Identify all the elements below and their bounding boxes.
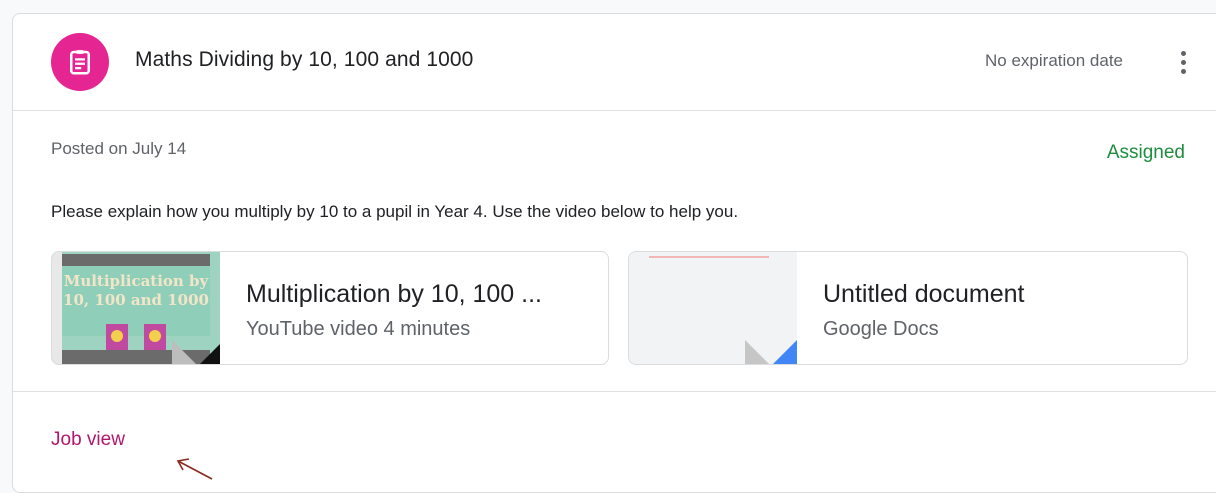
attachment-title: Multiplication by 10, 100 ... bbox=[246, 280, 542, 308]
attachment-subtitle: Google Docs bbox=[823, 318, 939, 340]
document-thumbnail bbox=[629, 252, 797, 364]
assignment-card: Maths Dividing by 10, 100 and 1000 No ex… bbox=[12, 13, 1216, 493]
assignment-header[interactable]: Maths Dividing by 10, 100 and 1000 No ex… bbox=[13, 14, 1216, 111]
assignment-title[interactable]: Maths Dividing by 10, 100 and 1000 bbox=[135, 48, 473, 72]
video-thumbnail: Multiplication by 10, 100 and 1000 bbox=[52, 252, 220, 364]
more-options-icon[interactable] bbox=[1171, 44, 1195, 80]
clipboard-icon bbox=[70, 50, 90, 75]
annotation-arrow-icon bbox=[176, 458, 213, 480]
attachment-title: Untitled document bbox=[823, 280, 1025, 308]
thumbnail-illustration bbox=[106, 324, 166, 352]
assignment-instructions: Please explain how you multiply by 10 to… bbox=[51, 202, 739, 221]
google-docs-corner-icon bbox=[771, 340, 797, 364]
attachment-subtitle: YouTube video 4 minutes bbox=[246, 318, 471, 340]
assignment-icon bbox=[51, 33, 109, 91]
attachment-youtube[interactable]: Multiplication by 10, 100 and 1000 Multi… bbox=[51, 251, 609, 365]
due-date: No expiration date bbox=[985, 51, 1123, 70]
posted-date: Posted on July 14 bbox=[51, 139, 187, 158]
divider bbox=[13, 391, 1216, 392]
job-view-link[interactable]: Job view bbox=[51, 429, 125, 451]
attachment-google-doc[interactable]: Untitled document Google Docs bbox=[628, 251, 1188, 365]
status-badge: Assigned bbox=[1106, 142, 1185, 163]
